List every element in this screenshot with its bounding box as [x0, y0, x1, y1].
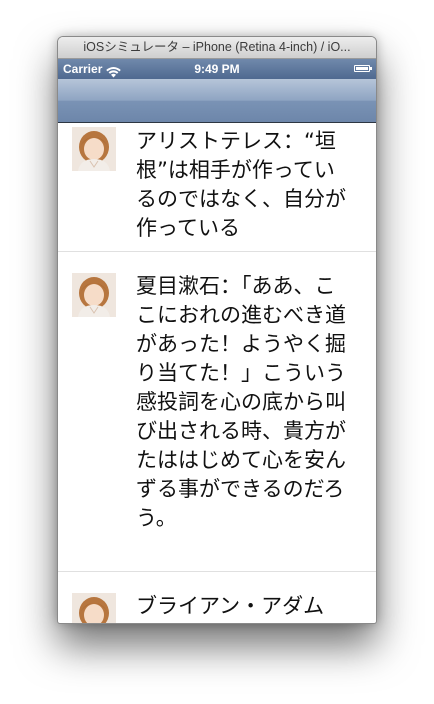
status-bar: Carrier 9:49 PM: [58, 59, 376, 79]
avatar: [72, 273, 116, 317]
table-row[interactable]: ブライアン・アダムス：貴方の周りを安: [58, 572, 376, 623]
window-titlebar[interactable]: iOSシミュレータ – iPhone (Retina 4-inch) / iO.…: [58, 37, 376, 59]
quote-text: ブライアン・アダムス：貴方の周りを安: [136, 594, 325, 618]
battery-icon: [354, 65, 372, 72]
window-title: iOSシミュレータ – iPhone (Retina 4-inch) / iO.…: [83, 40, 351, 54]
simulator-window: iOSシミュレータ – iPhone (Retina 4-inch) / iO.…: [57, 36, 377, 624]
status-time: 9:49 PM: [194, 62, 240, 76]
quote-text: 夏目漱石：「ああ、ここにおれの進むべき道があった！ようやく掘り当てた！」こういう…: [136, 274, 346, 530]
avatar: [72, 593, 116, 623]
quote-text: アリストテレス：“垣根”は相手が作っているのではなく、自分が作っている: [136, 129, 346, 240]
quote-rows: アリストテレス：“垣根”は相手が作っているのではなく、自分が作っている 夏目漱石…: [58, 123, 376, 623]
avatar: [72, 127, 116, 171]
navigation-bar: [58, 79, 376, 123]
table-row[interactable]: 夏目漱石：「ああ、ここにおれの進むべき道があった！ようやく掘り当てた！」こういう…: [58, 252, 376, 572]
quote-table[interactable]: アリストテレス：“垣根”は相手が作っているのではなく、自分が作っている 夏目漱石…: [58, 123, 376, 623]
table-row[interactable]: アリストテレス：“垣根”は相手が作っているのではなく、自分が作っている: [58, 123, 376, 252]
